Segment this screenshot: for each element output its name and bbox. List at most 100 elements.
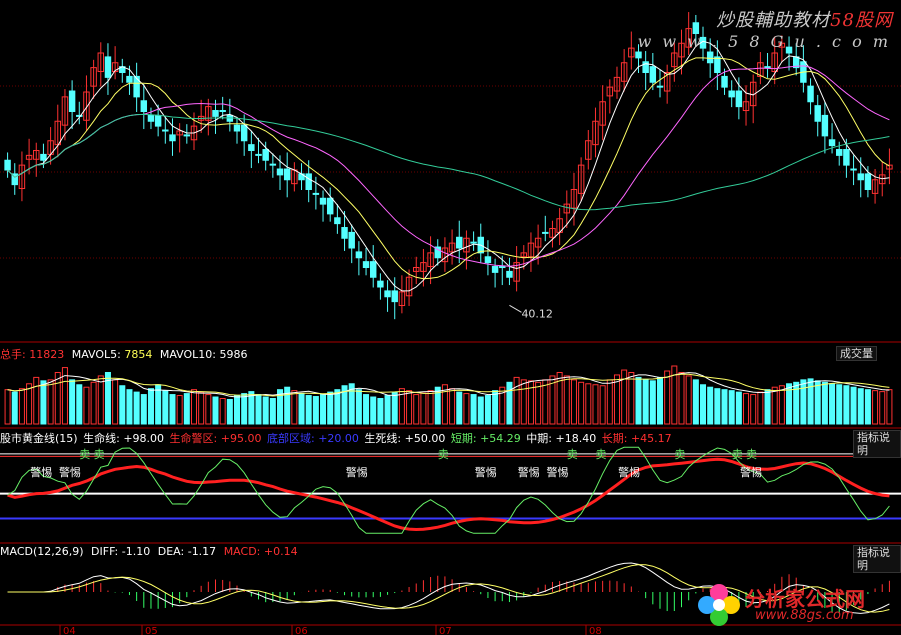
volume-bar [420,392,427,425]
moving-average-line [7,113,890,211]
candle-body [341,227,348,239]
volume-bar [628,371,635,425]
macd-help-button[interactable]: 指标说明 [853,545,901,573]
long-term-value: +45.17 [630,432,672,445]
diff-label: DIFF: [91,545,119,558]
volume-bar [291,390,298,425]
candle-body [355,251,363,259]
min-price-label: 40.12 [521,307,553,320]
volume-bar [90,381,97,425]
volume-bar [829,383,836,425]
volume-bar [700,384,707,425]
volume-bar [492,390,499,425]
candle-body [836,149,843,156]
bottom-zone-value: +20.00 [318,432,359,445]
candle-body [506,270,513,278]
candle-body [864,173,872,190]
volume-bar [642,379,649,425]
candle-body [764,66,771,69]
life-warn-value: +95.00 [220,432,262,445]
volume-bar [728,390,735,425]
x-axis-tick-label: 06 [295,626,308,635]
candle-body [68,90,76,113]
volume-bar [678,371,685,425]
volume-bar [406,390,413,425]
candle-body [721,75,728,88]
gold-line-help-button[interactable]: 指标说明 [853,430,901,458]
x-axis-tick-label: 07 [439,626,452,635]
candle-body [828,139,836,147]
volume-bar [33,376,40,425]
candle-body [126,75,133,83]
candle-body [456,236,463,249]
volume-bar [456,391,463,425]
volume-bar [520,379,527,425]
volume-bar [355,389,362,425]
site-logo: 分析家公式网 www.88gs.com [695,581,895,629]
warning-signal-label: 警惕 [475,465,497,479]
volume-bar [470,394,477,425]
volume-bar [198,391,205,425]
volume-bar [886,389,893,425]
candle-body [843,149,850,166]
chart-canvas[interactable]: 40.12卖卖卖卖卖卖卖卖警惕 警惕 警惕 警惕 警惕 警惕 警惕 警惕04 05 06 07 08 [0,0,901,635]
mid-term-label: 中期: [526,432,552,445]
short-term-label: 短期: [450,432,477,445]
candle-body [255,153,262,156]
macd-header: MACD(12,26,9) DIFF: -1.10 DEA: -1.17 MAC… [0,545,298,558]
flower-logo-icon [698,584,740,626]
sell-signal-label: 卖 [79,448,90,461]
volume-bar [248,391,255,425]
candle-body [326,197,334,215]
candle-body [391,290,398,303]
volume-bar [40,380,47,425]
candle-body [491,266,499,273]
candle-body [312,192,320,195]
volume-bar [176,395,183,425]
volume-bar [298,393,305,425]
volume-bar [140,394,147,425]
candle-body [248,144,255,151]
warning-signal-label: 警惕 [546,465,568,479]
volume-bar [169,394,176,425]
candle-body [821,114,829,137]
volume-bar [542,379,549,425]
warning-signal-label: 警惕 [346,465,368,479]
candle-body [814,105,821,122]
candle-body [154,114,162,127]
candle-body [276,168,284,176]
volume-bar [506,381,513,425]
candle-body [384,290,391,298]
volume-bar [391,391,398,425]
volume-bar [743,393,750,425]
volume-bar [370,396,377,425]
candle-body [706,51,714,64]
moving-average-line [7,65,890,267]
volume-indicator-button[interactable]: 成交量 [836,346,877,361]
sell-signal-label: 卖 [732,448,743,461]
candle-body [377,280,384,288]
volume-bar [685,375,692,425]
volume-bar [592,384,599,425]
volume-bar [656,376,664,425]
volume-bar [377,397,384,425]
volume-bar [513,376,520,425]
moving-average-line [7,40,890,292]
volume-bar [879,391,886,425]
min-price-pointer [509,304,522,313]
candle-body [140,100,148,113]
diff-value: -1.10 [121,545,151,558]
x-axis-tick-label: 05 [145,626,158,635]
volume-bar [133,391,140,425]
volume-bar [850,386,857,425]
volume-bar [721,389,728,425]
x-axis-tick-label: 04 [63,626,76,635]
volume-bar [233,395,241,425]
candle-body [319,197,327,205]
mavol10-label: MAVOL10: [159,348,216,361]
volume-bar [864,389,871,425]
candle-body [262,149,269,161]
candle-body [728,90,735,98]
volume-bar [413,394,420,425]
volume-bar [836,384,843,425]
